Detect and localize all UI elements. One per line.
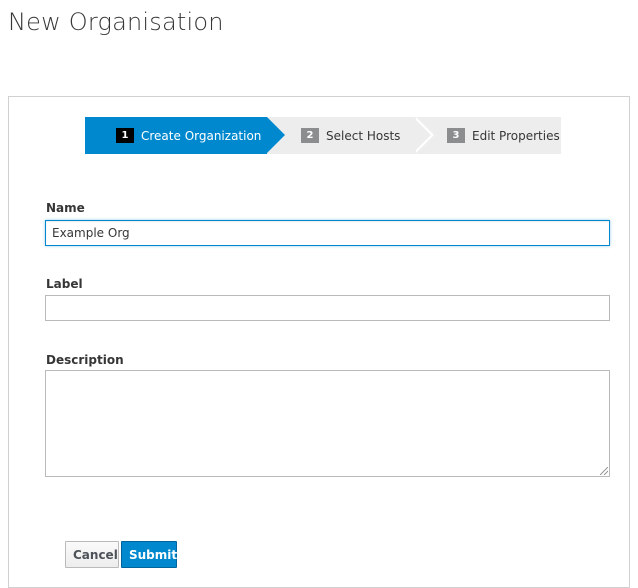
step-arrow-icon <box>267 117 285 153</box>
step-label: Create Organization <box>141 128 262 143</box>
step-number: 3 <box>447 128 465 143</box>
label-label: Label <box>46 277 83 291</box>
wizard-step-edit-properties[interactable]: 3 Edit Properties <box>413 117 561 154</box>
name-input[interactable] <box>45 220 610 246</box>
resize-grip-icon[interactable] <box>600 467 608 475</box>
wizard-step-create-organization[interactable]: 1 Create Organization <box>85 117 285 154</box>
wizard-step-select-hosts[interactable]: 2 Select Hosts <box>267 117 434 154</box>
description-textarea[interactable] <box>45 370 610 477</box>
step-number: 2 <box>301 128 319 143</box>
step-label: Select Hosts <box>326 128 401 143</box>
step-arrow-icon <box>413 117 431 153</box>
name-label: Name <box>46 201 85 215</box>
wizard-panel: 1 Create Organization 2 Select Hosts 3 E… <box>8 96 630 588</box>
label-input[interactable] <box>45 295 610 321</box>
wizard-steps: 1 Create Organization 2 Select Hosts 3 E… <box>85 117 561 154</box>
cancel-button[interactable]: Cancel <box>65 541 119 568</box>
step-number: 1 <box>116 128 134 143</box>
page-title: New Organisation <box>8 8 224 36</box>
submit-button[interactable]: Submit <box>121 541 177 568</box>
step-label: Edit Properties <box>472 128 560 143</box>
description-label: Description <box>46 353 124 367</box>
